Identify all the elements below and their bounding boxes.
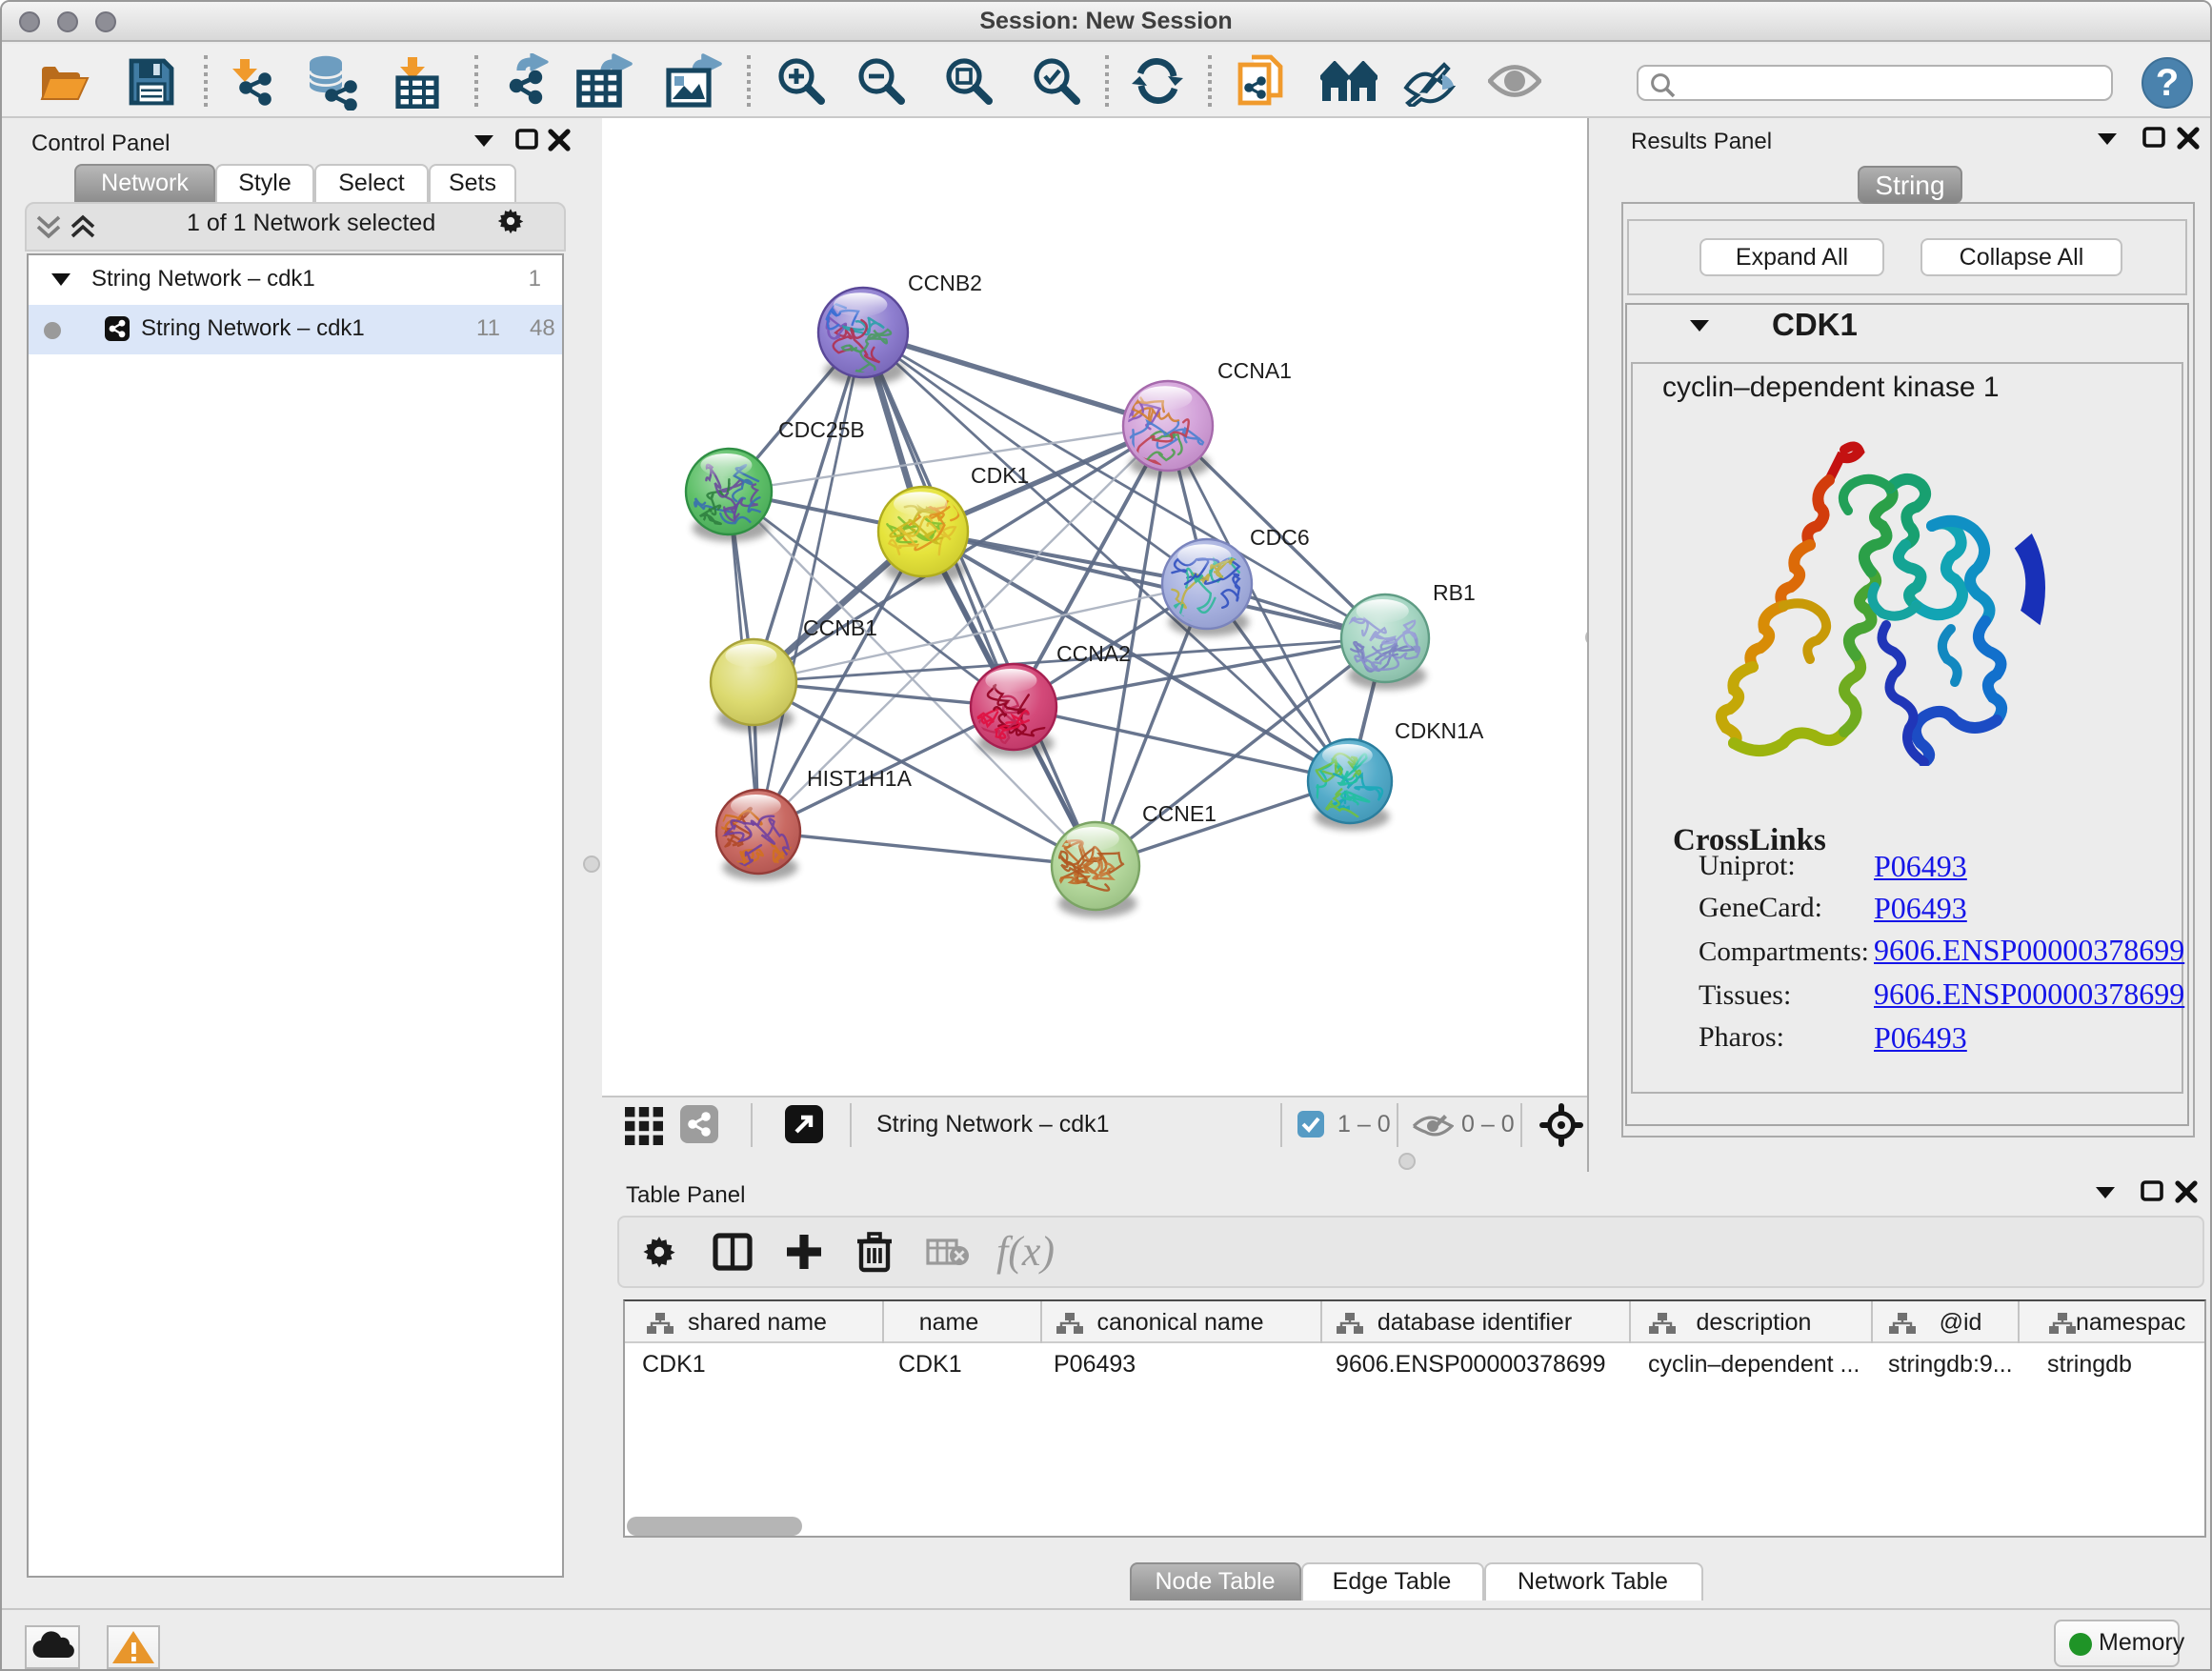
svg-text:CDK1: CDK1	[971, 463, 1029, 488]
svg-text:CCNE1: CCNE1	[1142, 801, 1217, 826]
svg-text:CDC25B: CDC25B	[778, 417, 865, 442]
svg-text:CCNB1: CCNB1	[803, 615, 877, 640]
svg-text:RB1: RB1	[1433, 580, 1476, 605]
svg-text:HIST1H1A: HIST1H1A	[807, 766, 913, 791]
svg-text:CDC6: CDC6	[1250, 525, 1310, 550]
svg-text:CDKN1A: CDKN1A	[1395, 718, 1484, 743]
svg-text:CCNA2: CCNA2	[1056, 641, 1131, 666]
svg-text:CCNB2: CCNB2	[908, 271, 982, 295]
svg-text:CCNA1: CCNA1	[1217, 358, 1292, 383]
